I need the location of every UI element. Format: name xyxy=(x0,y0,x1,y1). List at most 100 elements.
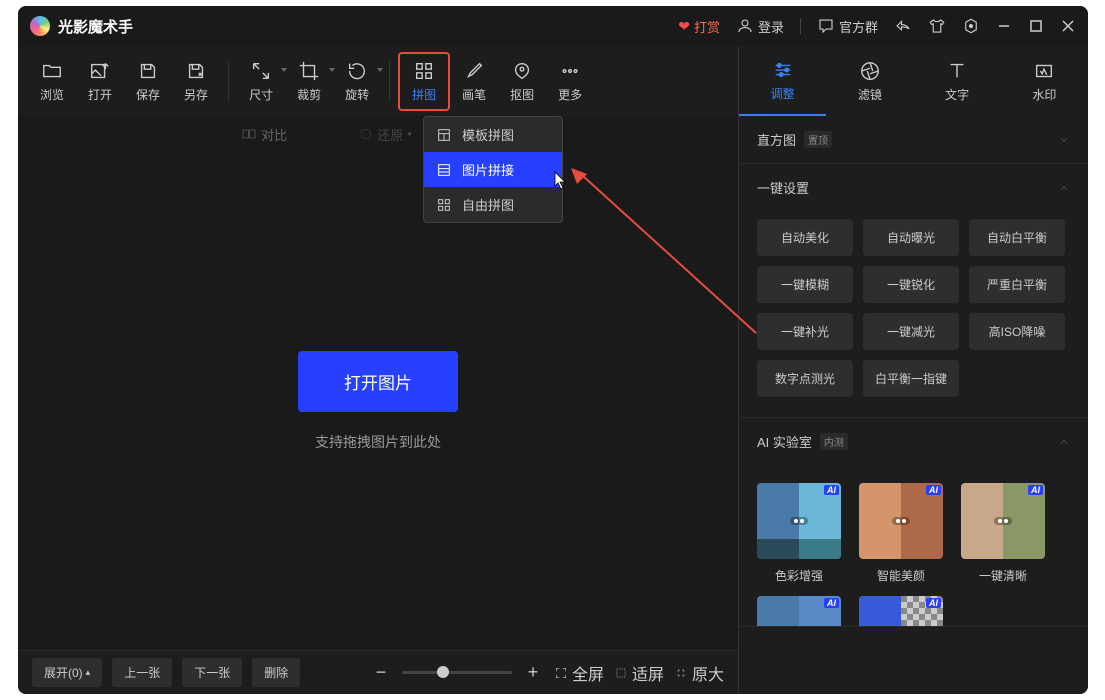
login-label: 登录 xyxy=(758,17,784,36)
tab-watermark[interactable]: 水印 xyxy=(1001,46,1088,116)
size-tool[interactable]: 尺寸 xyxy=(237,54,285,109)
ai-thumb-partial[interactable]: AI xyxy=(757,596,841,626)
ai-item-sharp[interactable]: AI一键清晰 xyxy=(961,483,1045,584)
compare-icon xyxy=(241,126,257,142)
login-link[interactable]: 登录 xyxy=(736,17,784,36)
tab-filter[interactable]: 滤镜 xyxy=(826,46,913,116)
more-tool[interactable]: 更多 xyxy=(546,54,594,109)
quick-btn[interactable]: 自动曝光 xyxy=(863,219,959,256)
quick-btn[interactable]: 一键减光 xyxy=(863,313,959,350)
quick-btn[interactable]: 数字点测光 xyxy=(757,360,853,397)
aperture-icon xyxy=(859,60,881,82)
histogram-header[interactable]: 直方图置顶 xyxy=(739,116,1088,163)
browse-tool[interactable]: 浏览 xyxy=(28,54,76,109)
main-toolbar: 浏览 打开 保存 另存 尺寸 裁剪 旋转 拼图 画笔 抠图 更多 xyxy=(18,46,738,116)
tab-adjust[interactable]: 调整 xyxy=(739,46,826,116)
zoom-in-button[interactable]: + xyxy=(522,662,544,684)
user-icon xyxy=(736,17,754,35)
quick-btn[interactable]: 一键锐化 xyxy=(863,266,959,303)
fullscreen-button[interactable]: 全屏 xyxy=(554,661,604,685)
close-button[interactable] xyxy=(1060,18,1076,34)
share-icon[interactable] xyxy=(894,17,912,35)
expand-button[interactable]: 展开(0)▴ xyxy=(32,658,102,687)
beta-badge: 内测 xyxy=(820,433,848,450)
quick-btn[interactable]: 自动白平衡 xyxy=(969,219,1065,256)
rotate-tool[interactable]: 旋转 xyxy=(333,54,381,109)
quick-btn[interactable]: 一键补光 xyxy=(757,313,853,350)
ai-badge: AI xyxy=(1028,485,1043,495)
save-tool[interactable]: 保存 xyxy=(124,54,172,109)
ai-lab-header[interactable]: AI 实验室内测 xyxy=(739,418,1088,465)
prev-button[interactable]: 上一张 xyxy=(112,658,172,687)
crop-tool[interactable]: 裁剪 xyxy=(285,54,333,109)
original-button[interactable]: 原大 xyxy=(674,661,724,685)
right-tabs: 调整 滤镜 文字 水印 xyxy=(738,46,1088,116)
delete-button[interactable]: 删除 xyxy=(252,658,300,687)
ai-thumb-partial[interactable]: AI xyxy=(859,596,943,626)
save-icon xyxy=(137,60,159,82)
zoom-out-button[interactable]: − xyxy=(370,662,392,684)
rows-icon xyxy=(436,162,452,178)
compare-toggle[interactable]: 对比 xyxy=(241,125,287,144)
heart-icon: ❤ xyxy=(678,18,690,35)
open-tool[interactable]: 打开 xyxy=(76,54,124,109)
ai-item-beauty[interactable]: AI智能美颜 xyxy=(859,483,943,584)
next-button[interactable]: 下一张 xyxy=(182,658,242,687)
chevron-down-icon xyxy=(1058,134,1070,146)
ai-lab-label: AI 实验室 xyxy=(757,432,812,451)
chevron-up-icon xyxy=(1058,182,1070,194)
ai-badge: AI xyxy=(926,598,941,608)
crop-icon xyxy=(298,60,320,82)
maximize-button[interactable] xyxy=(1028,18,1044,34)
chat-icon xyxy=(817,17,835,35)
image-up-icon xyxy=(89,60,111,82)
quick-btn[interactable]: 严重白平衡 xyxy=(969,266,1065,303)
drag-hint: 支持拖拽图片到此处 xyxy=(315,432,441,452)
brush-tool[interactable]: 画笔 xyxy=(450,54,498,109)
tab-text[interactable]: 文字 xyxy=(914,46,1001,116)
canvas-toolbar: 对比 还原▾ 保存动作 xyxy=(18,116,738,152)
slider-track[interactable] xyxy=(402,671,512,674)
quick-btn[interactable]: 一键模糊 xyxy=(757,266,853,303)
fitscreen-button[interactable]: 适屏 xyxy=(614,661,664,685)
dropdown-splice[interactable]: 图片拼接 xyxy=(424,152,562,187)
slider-thumb[interactable] xyxy=(437,666,449,678)
grid-icon xyxy=(413,60,435,82)
quick-btn[interactable]: 白平衡一指键 xyxy=(863,360,959,397)
cutout-icon xyxy=(511,60,533,82)
ai-badge: AI xyxy=(824,485,839,495)
quick-btn[interactable]: 自动美化 xyxy=(757,219,853,256)
restore-dropdown[interactable]: 还原▾ xyxy=(359,125,412,144)
template-icon xyxy=(436,127,452,143)
saveas-tool[interactable]: 另存 xyxy=(172,54,220,109)
quick-settings-label: 一键设置 xyxy=(757,178,809,197)
group-link[interactable]: 官方群 xyxy=(817,17,878,36)
settings-icon[interactable] xyxy=(962,17,980,35)
open-image-button[interactable]: 打开图片 xyxy=(298,351,458,412)
undo-icon xyxy=(359,127,373,141)
histogram-label: 直方图 xyxy=(757,130,796,149)
right-panel: 直方图置顶 一键设置 自动美化 自动曝光 自动白平衡 一键模糊 一键锐化 xyxy=(738,116,1088,694)
dropdown-free[interactable]: 自由拼图 xyxy=(424,187,562,222)
quick-settings-header[interactable]: 一键设置 xyxy=(739,164,1088,211)
app-logo xyxy=(30,16,50,36)
shirt-icon[interactable] xyxy=(928,17,946,35)
ai-badge: AI xyxy=(824,598,839,608)
collage-tool[interactable]: 拼图 xyxy=(398,52,450,111)
free-grid-icon xyxy=(436,197,452,213)
ai-item-color[interactable]: AI色彩增强 xyxy=(757,483,841,584)
original-icon xyxy=(674,666,688,680)
donate-link[interactable]: ❤ 打赏 xyxy=(678,17,720,36)
brush-icon xyxy=(463,60,485,82)
quick-btn[interactable]: 高ISO降噪 xyxy=(969,313,1065,350)
cutout-tool[interactable]: 抠图 xyxy=(498,54,546,109)
quick-grid: 自动美化 自动曝光 自动白平衡 一键模糊 一键锐化 严重白平衡 一键补光 一键减… xyxy=(757,219,1070,397)
minimize-button[interactable] xyxy=(996,18,1012,34)
dropdown-template[interactable]: 模板拼图 xyxy=(424,117,562,152)
fullscreen-icon xyxy=(554,666,568,680)
resize-icon xyxy=(250,60,272,82)
more-icon xyxy=(559,60,581,82)
fitscreen-icon xyxy=(614,666,628,680)
zoom-slider[interactable]: − + xyxy=(370,662,544,684)
group-label: 官方群 xyxy=(839,17,878,36)
